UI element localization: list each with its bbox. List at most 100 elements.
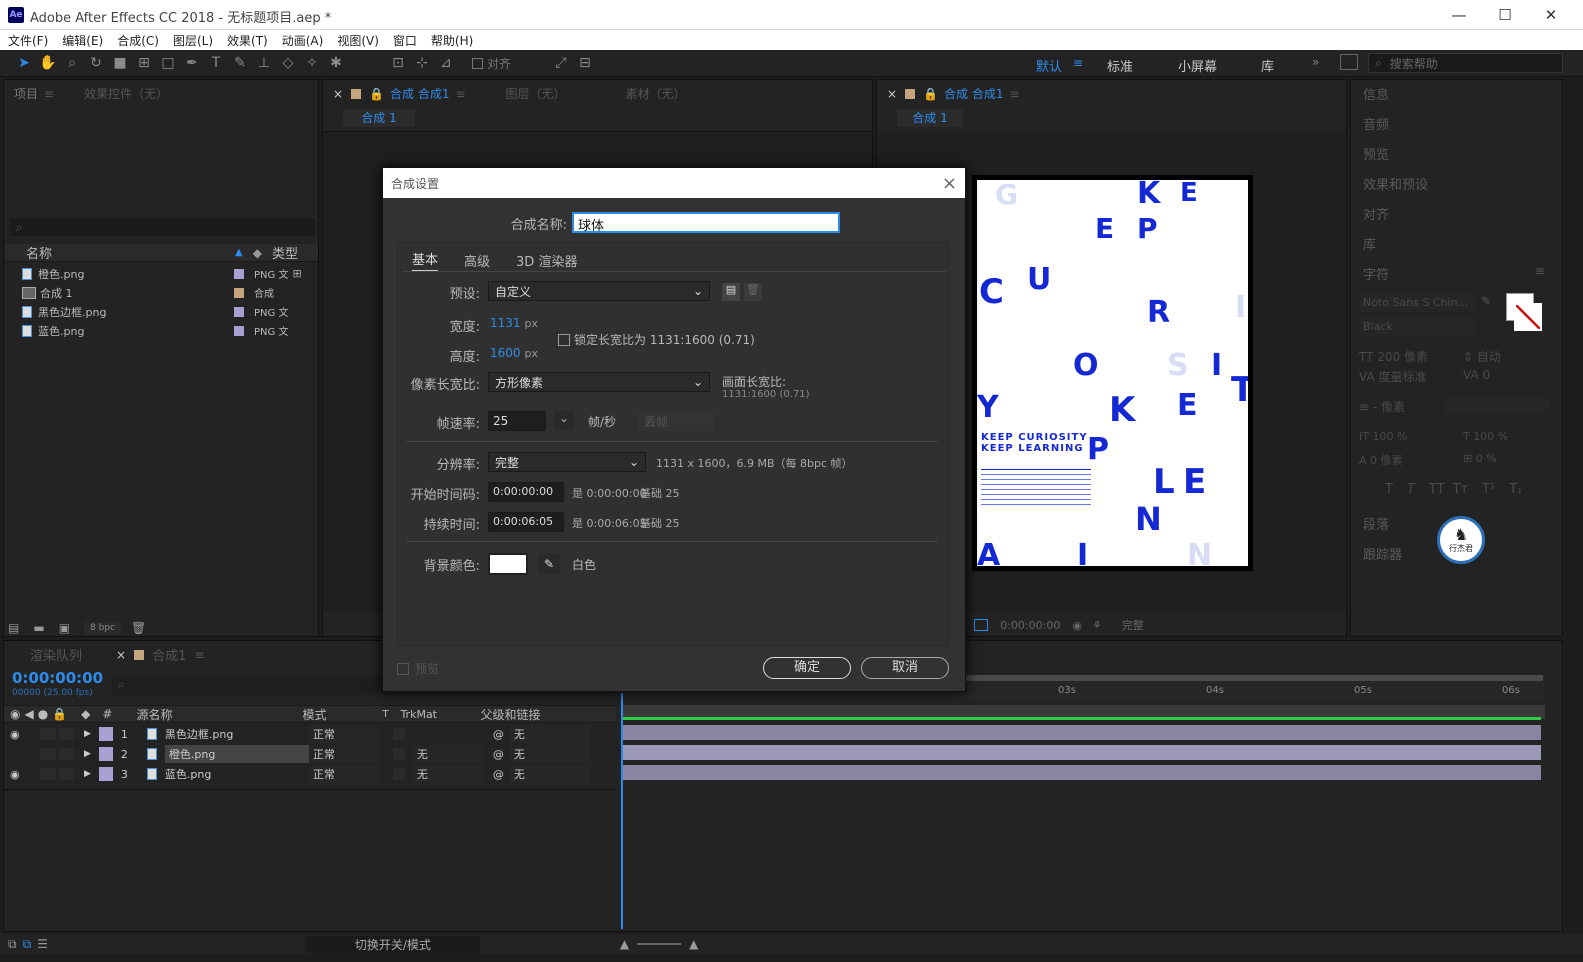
snapshot-icon[interactable]: ◉ bbox=[1072, 619, 1082, 632]
panel-preview[interactable]: 预览 bbox=[1363, 144, 1389, 163]
comp-flowchart-icon[interactable]: ⧉ bbox=[8, 937, 17, 952]
resolution-select[interactable]: 完整 bbox=[1122, 617, 1182, 633]
layer-duration-bar[interactable] bbox=[621, 745, 1541, 760]
new-folder-icon[interactable]: ▬ bbox=[33, 621, 44, 635]
tsume-field[interactable]: ⊞ 0 % bbox=[1463, 452, 1497, 465]
puppet-tool-icon[interactable]: ✱ bbox=[326, 53, 346, 73]
project-item[interactable]: 蓝色.png PNG 文 bbox=[6, 321, 318, 340]
channel-icon[interactable]: ⚘ bbox=[1092, 619, 1102, 632]
ok-button[interactable]: 确定 bbox=[763, 657, 851, 679]
font-size-field[interactable]: TT 200 像素 bbox=[1359, 348, 1428, 365]
subscript-button[interactable]: T₁ bbox=[1509, 482, 1522, 497]
menu-file[interactable]: 文件(F) bbox=[8, 32, 48, 49]
new-composition-icon[interactable]: ▣ bbox=[59, 621, 70, 635]
flowchart-icon[interactable]: ⊞ bbox=[292, 267, 301, 280]
panel-effects-presets[interactable]: 效果和预设 bbox=[1363, 174, 1428, 193]
eraser-tool-icon[interactable]: ◇ bbox=[278, 53, 298, 73]
zoom-tool-icon[interactable]: ⌕ bbox=[62, 53, 82, 73]
trkmat-header[interactable]: TrkMat bbox=[400, 708, 480, 721]
background-color-swatch[interactable] bbox=[488, 553, 528, 575]
playhead[interactable] bbox=[621, 693, 623, 929]
menu-edit[interactable]: 编辑(E) bbox=[62, 32, 103, 49]
comp-tab-label[interactable]: 合成 合成1 bbox=[390, 85, 449, 102]
search-help-box[interactable]: ⌕ 搜索帮助 bbox=[1368, 53, 1563, 73]
close-tab-icon[interactable]: × bbox=[333, 87, 343, 101]
comp-name-input[interactable]: 球体 bbox=[572, 212, 840, 234]
resolution-select[interactable]: 完整 ⌄ bbox=[488, 452, 646, 472]
workspace-menu-icon[interactable]: ≡ bbox=[1073, 56, 1083, 70]
kerning-field[interactable]: VA 度量标准 bbox=[1359, 368, 1427, 385]
project-item[interactable]: 橙色.png PNG 文 ⊞ bbox=[6, 264, 318, 283]
modes-icon[interactable]: ☰ bbox=[37, 937, 48, 951]
faux-bold-button[interactable]: T bbox=[1385, 482, 1393, 497]
panel-tracker[interactable]: 跟踪器 bbox=[1363, 544, 1402, 563]
tracking-field[interactable]: VA 0 bbox=[1463, 368, 1490, 382]
width-value[interactable]: 1131 bbox=[490, 316, 521, 330]
save-preset-icon[interactable]: ▤ bbox=[722, 283, 740, 301]
toggle-switches-modes-button[interactable]: 切换开关/模式 bbox=[305, 935, 480, 953]
bpc-button[interactable]: 8 bpc bbox=[84, 622, 121, 634]
vertical-scale-field[interactable]: IT 100 % bbox=[1359, 430, 1407, 443]
layer-row[interactable]: ◉ ▶ 3 蓝色.png 正常 无 @ 无 bbox=[4, 764, 616, 784]
rectangle-tool-icon[interactable]: □ bbox=[158, 53, 178, 73]
stroke-color-swatch[interactable] bbox=[1514, 303, 1542, 331]
pixel-aspect-select[interactable]: 方形像素 ⌄ bbox=[488, 372, 710, 392]
start-timecode-input[interactable]: 0:00:00:00 bbox=[488, 482, 564, 502]
comp-breadcrumb[interactable]: 合成 1 bbox=[343, 109, 415, 127]
faux-italic-button[interactable]: T bbox=[1407, 482, 1415, 497]
composition-preview[interactable]: G K E E P C U R O S I T Y K E P L E N A … bbox=[972, 175, 1253, 571]
parent-select[interactable]: 无 bbox=[509, 765, 590, 783]
mode-header[interactable]: 模式 bbox=[302, 706, 382, 723]
visibility-eye-icon[interactable]: ◉ bbox=[10, 728, 30, 741]
name-column-header[interactable]: 名称 bbox=[26, 243, 52, 262]
tab-basic[interactable]: 基本 bbox=[412, 249, 439, 272]
pan-behind-tool-icon[interactable]: ⊞ bbox=[134, 53, 154, 73]
camera-tool-icon[interactable]: ■ bbox=[110, 53, 130, 73]
layer-duration-bar[interactable] bbox=[621, 765, 1541, 780]
type-column-header[interactable]: 类型 bbox=[272, 243, 298, 262]
leading-field[interactable]: ⇕ 自动 bbox=[1463, 348, 1501, 365]
panel-info[interactable]: 信息 bbox=[1363, 84, 1389, 103]
parent-header[interactable]: 父级和链接 bbox=[480, 706, 540, 723]
workspace-small-screen[interactable]: 小屏幕 bbox=[1178, 56, 1217, 75]
tab-render-queue[interactable]: 渲染队列 bbox=[30, 645, 82, 664]
snap-icon[interactable]: ⤢ bbox=[551, 53, 571, 73]
brush-tool-icon[interactable]: ✎ bbox=[230, 53, 250, 73]
grid-snap-icon[interactable]: ⊟ bbox=[575, 53, 595, 73]
workspace-library[interactable]: 库 bbox=[1261, 56, 1274, 75]
frame-rate-input[interactable]: 25 bbox=[488, 411, 546, 431]
audio-icon[interactable]: ◀ bbox=[24, 707, 33, 721]
pick-whip-icon[interactable]: @ bbox=[493, 748, 504, 761]
clone-stamp-tool-icon[interactable]: ⊥ bbox=[254, 53, 274, 73]
panel-paragraph[interactable]: 段落 bbox=[1363, 514, 1389, 533]
rotate-tool-icon[interactable]: ↻ bbox=[86, 53, 106, 73]
type-tool-icon[interactable]: T bbox=[206, 53, 226, 73]
project-search-input[interactable]: ⌕ bbox=[10, 218, 315, 236]
layer-duration-bar[interactable] bbox=[621, 725, 1541, 740]
panel-align[interactable]: 对齐 bbox=[1363, 204, 1389, 223]
visibility-eye-icon[interactable]: ◉ bbox=[10, 768, 30, 781]
tab-3d-renderer[interactable]: 3D 渲染器 bbox=[516, 251, 577, 270]
layer-name[interactable]: 黑色边框.png bbox=[165, 726, 309, 742]
eyedropper-icon[interactable]: ✎ bbox=[1481, 294, 1491, 308]
trash-icon[interactable]: 🗑 bbox=[131, 621, 146, 635]
project-item[interactable]: 合成 1 合成 bbox=[6, 283, 318, 302]
font-family-select[interactable]: Noto Sans S Chin... bbox=[1359, 294, 1475, 312]
panel-library[interactable]: 库 bbox=[1363, 234, 1376, 253]
eye-icon[interactable]: ◉ bbox=[10, 707, 20, 721]
current-timecode[interactable]: 0:00:00:00 bbox=[12, 669, 103, 687]
preset-select[interactable]: 自定义 ⌄ bbox=[488, 281, 710, 301]
align-toggle[interactable]: 对齐 bbox=[472, 55, 511, 72]
trkmat-select[interactable]: 无 bbox=[412, 745, 483, 763]
current-time[interactable]: 0:00:00:00 bbox=[1000, 619, 1060, 632]
tab-project[interactable]: 项目 bbox=[14, 85, 38, 102]
zoom-out-icon[interactable]: ▲ bbox=[620, 937, 629, 951]
solo-icon[interactable]: ● bbox=[38, 707, 48, 721]
blend-mode-select[interactable]: 正常 bbox=[308, 745, 379, 763]
layer-row[interactable]: ◉ ▶ 1 黑色边框.png 正常 @ 无 bbox=[4, 724, 616, 744]
duration-input[interactable]: 0:00:06:05 bbox=[488, 512, 564, 532]
world-axis-icon[interactable]: ⊹ bbox=[412, 53, 432, 73]
region-icon[interactable] bbox=[974, 619, 989, 631]
local-axis-icon[interactable]: ⊡ bbox=[388, 53, 408, 73]
blend-mode-select[interactable]: 正常 bbox=[308, 765, 379, 783]
